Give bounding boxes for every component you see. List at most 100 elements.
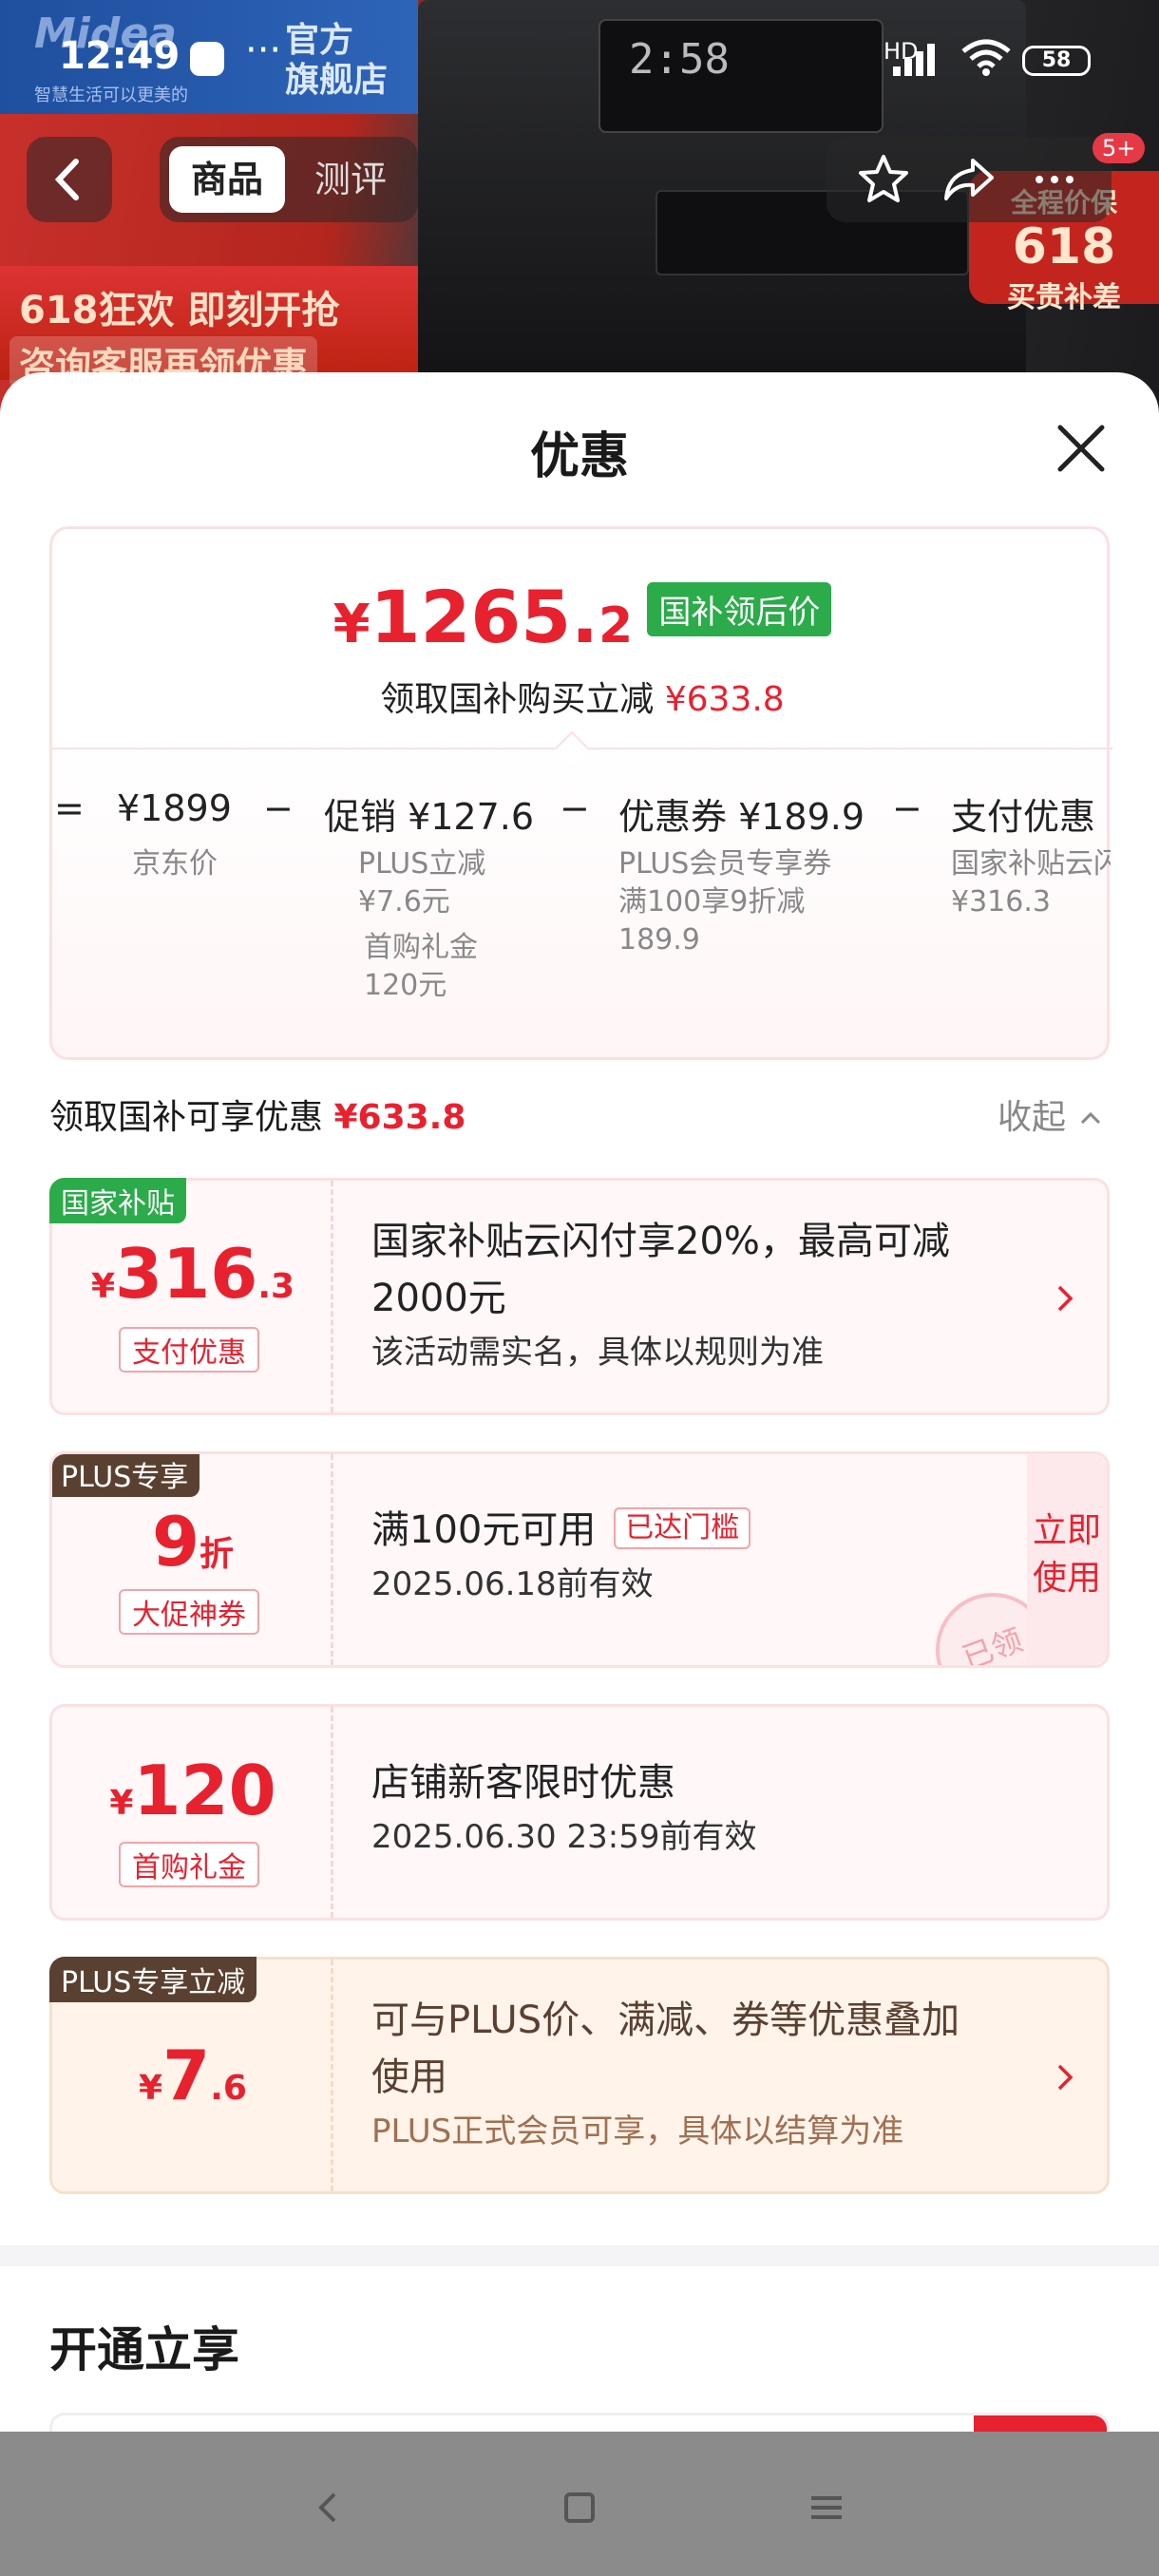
calc-coupon-sub2: 满100享9折减 (618, 885, 806, 919)
calc-minus-3: − (892, 787, 922, 829)
coupon-type-pill: 首购礼金 (119, 1842, 259, 1887)
section-header: 领取国补可享优惠 ¥633.8 (49, 1089, 466, 1139)
calc-promo-sub2b: 120元 (364, 969, 447, 1002)
final-price-integer: 1265. (370, 575, 599, 659)
coupon-currency: ¥ (109, 1784, 134, 1823)
wifi-icon (961, 39, 1011, 76)
promo-banner: 618狂欢 即刻开抢 咨询客服再领优惠 (0, 266, 418, 388)
tab-product[interactable]: 商品 (169, 146, 285, 213)
status-bar: 12:49 ··· HD 58 (0, 0, 1159, 114)
coupon-amount: ¥316.3 (52, 1234, 333, 1314)
calc-pay-sub1: 国家补贴云闪 (951, 847, 1111, 881)
coupon-amount-int: 120 (133, 1751, 276, 1830)
coupon-card-plus-discount[interactable]: PLUS专享 9折 大促神券 满100元可用 已达门槛 2025.06.18前有… (49, 1451, 1110, 1668)
coupon-currency: ¥ (90, 1267, 116, 1306)
open-membership-title: 开通立享 (49, 2322, 239, 2377)
share-icon[interactable] (940, 151, 998, 208)
coupon-currency: ¥ (139, 2069, 163, 2108)
collapse-label: 收起 (998, 1098, 1067, 1137)
coupon-line-1: 可与PLUS价、满减、券等优惠叠加 (371, 1998, 960, 2042)
coupon-amount-int: 316 (115, 1234, 258, 1314)
product-action-icons (826, 137, 1112, 222)
subsidy-saving-amount: ¥633.8 (664, 680, 785, 719)
coupon-type-pill: 大促神券 (119, 1589, 259, 1635)
back-button[interactable] (27, 137, 112, 222)
battery-indicator: 58 (1022, 46, 1091, 76)
calc-promo-sub2: 首购礼金 (364, 931, 478, 964)
section-amount: ¥633.8 (333, 1098, 466, 1137)
coupon-amount-int: 7 (162, 2036, 211, 2115)
section-label: 领取国补可享优惠 (49, 1098, 324, 1137)
final-price: ¥1265.2 国补领后价 (52, 575, 1112, 659)
price-protect-t3: 买贵补差 (1007, 281, 1121, 314)
coupon-amount-unit: 折 (200, 1535, 235, 1574)
coupon-amount: ¥7.6 (52, 2036, 333, 2115)
more-icon[interactable] (1026, 151, 1083, 208)
subsidy-price-tag: 国补领后价 (647, 582, 832, 636)
chevron-left-icon (54, 159, 79, 200)
calc-promo: 促销 ¥127.6 (324, 796, 535, 838)
use-now-line-1: 立即 (1032, 1511, 1101, 1550)
price-summary-card: ¥1265.2 国补领后价 领取国补购买立减 ¥633.8 = ¥1899 京东… (49, 526, 1112, 1060)
system-nav-bar (0, 2432, 1159, 2576)
calc-coupon-sub1: PLUS会员专享券 (618, 847, 832, 881)
nav-home-icon[interactable] (542, 2470, 618, 2546)
nav-back-icon[interactable] (291, 2470, 367, 2546)
coupon-amount-int: 9 (151, 1502, 200, 1582)
coupon-description: 满100元可用 已达门槛 2025.06.18前有效 (371, 1502, 751, 1610)
coupon-line-3: PLUS正式会员可享，具体以结算为准 (371, 2112, 904, 2150)
coupon-description: 店铺新客限时优惠 2025.06.30 23:59前有效 (371, 1754, 756, 1863)
coupon-left-panel: 9折 大促神券 (52, 1454, 333, 1665)
coupon-line-1: 国家补贴云闪付享20%，最高可减 (371, 1220, 950, 1263)
final-price-currency: ¥ (332, 594, 370, 655)
calc-pay: 支付优惠 (951, 796, 1096, 838)
coupon-threshold: 满100元可用 (371, 1508, 597, 1552)
coupon-line-1: 店铺新客限时优惠 (371, 1761, 675, 1805)
notification-app-icon (190, 42, 224, 76)
message-count-badge: 5+ (1092, 133, 1146, 163)
more-notifications-icon: ··· (245, 28, 282, 72)
calc-pay-sub2: ¥316.3 (951, 885, 1051, 919)
calc-jd-label: 京东价 (132, 847, 218, 881)
coupon-card-national-subsidy[interactable]: 国家补贴 ¥316.3 支付优惠 国家补贴云闪付享20%，最高可减 2000元 … (49, 1178, 1110, 1415)
coupon-left-panel: ¥7.6 (52, 1960, 333, 2191)
chevron-right-icon (1057, 1285, 1074, 1312)
coupon-line-2: 使用 (371, 2055, 447, 2099)
signal-icon (893, 44, 935, 76)
chevron-right-icon (1057, 2064, 1074, 2091)
coupon-type-pill: 支付优惠 (119, 1327, 259, 1373)
chevron-up-icon (1081, 1111, 1101, 1125)
close-icon[interactable] (1053, 420, 1110, 477)
coupon-line-2: 2000元 (371, 1277, 506, 1320)
product-tabs: 商品 测评 (160, 137, 418, 222)
calc-minus-1: − (263, 787, 294, 829)
nav-menu-icon[interactable] (788, 2470, 864, 2546)
calc-promo-sub1b: ¥7.6元 (358, 885, 450, 919)
coupon-description: 可与PLUS价、满减、券等优惠叠加 使用 PLUS正式会员可享，具体以结算为准 (371, 1992, 960, 2157)
coupon-amount-dec: .6 (210, 2069, 247, 2108)
calc-equals: = (54, 787, 85, 829)
calc-coupon-sub3: 189.9 (618, 923, 700, 957)
tab-review[interactable]: 测评 (293, 146, 408, 213)
coupon-left-panel: ¥316.3 支付优惠 (52, 1181, 333, 1412)
coupon-card-plus-instant[interactable]: PLUS专享立减 ¥7.6 可与PLUS价、满减、券等优惠叠加 使用 PLUS正… (49, 1957, 1110, 2194)
favorite-star-icon[interactable] (855, 151, 912, 208)
calc-coupon: 优惠券 ¥189.9 (618, 796, 865, 838)
promo-line-1: 618狂欢 即刻开抢 (19, 289, 340, 332)
coupon-amount: ¥120 (52, 1751, 333, 1830)
coupon-amount-dec: .3 (257, 1267, 295, 1306)
product-top-nav: 商品 测评 5+ (0, 133, 1159, 228)
use-now-button[interactable]: 立即 使用 (1027, 1454, 1107, 1665)
coupon-line-3: 该活动需实名，具体以规则为准 (371, 1334, 824, 1372)
final-price-decimal: 2 (598, 597, 634, 654)
calc-jd-price: ¥1899 (117, 787, 232, 829)
price-protect-t2: 618 (1012, 218, 1116, 275)
coupon-card-first-purchase[interactable]: ¥120 首购礼金 店铺新客限时优惠 2025.06.30 23:59前有效 (49, 1704, 1110, 1921)
sheet-title: 优惠 (529, 428, 629, 485)
calc-minus-2: − (560, 787, 590, 829)
subsidy-saving-label: 领取国补购买立减 (380, 680, 655, 719)
summary-divider-notch (554, 730, 590, 767)
coupon-description: 国家补贴云闪付享20%，最高可减 2000元 该活动需实名，具体以规则为准 (371, 1213, 950, 1378)
collapse-button[interactable]: 收起 (998, 1089, 1105, 1139)
subsidy-saving-line: 领取国补购买立减 ¥633.8 (52, 672, 1112, 721)
